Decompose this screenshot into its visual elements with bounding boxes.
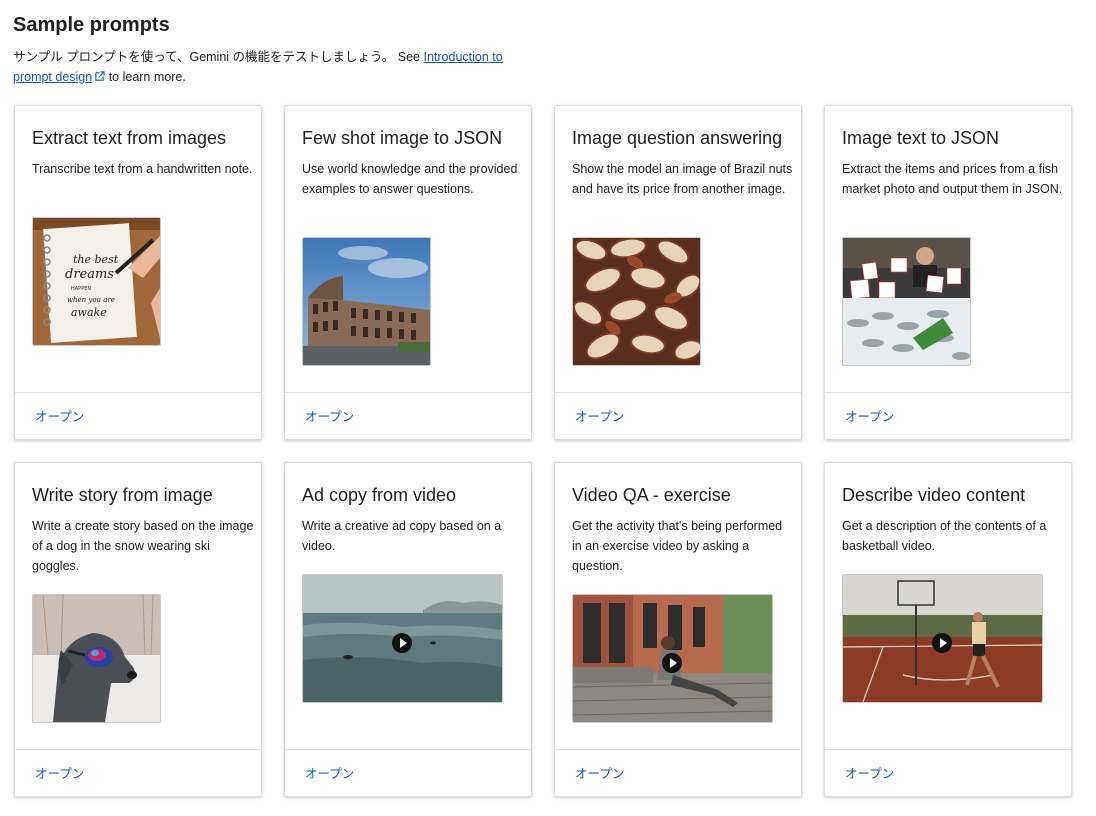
prompt-card[interactable]: Describe video content Get a description… [824,462,1072,797]
card-title: Few shot image to JSON [302,128,503,148]
card-title: Video QA - exercise [572,485,731,505]
surf-video-thumbnail[interactable] [302,574,503,703]
card-description: Show the model an image of Brazil nuts a… [572,162,793,196]
card-divider [825,749,1071,750]
card-title: Image text to JSON [842,128,1000,148]
svg-text:the best: the best [73,253,119,266]
open-button[interactable]: オープン [305,763,354,782]
open-button[interactable]: オープン [845,406,894,425]
prompt-card[interactable]: Video QA - exercise Get the activity tha… [554,462,802,797]
play-icon[interactable] [392,633,412,653]
card-description: Extract the items and prices from a fish… [842,162,1063,196]
intro-text: サンプル プロンプトを使って、Gemini の機能をテストしましょう。 See [13,50,424,64]
card-divider [555,749,801,750]
card-title: Write story from image [32,485,213,505]
open-button[interactable]: オープン [35,406,84,425]
card-title: Extract text from images [32,128,227,148]
card-divider [555,392,801,393]
handwritten-note-thumbnail: the best dreams HAPPEN when you are awak… [32,217,161,346]
exercise-video-thumbnail[interactable] [572,594,773,723]
card-description: Write a creative ad copy based on a vide… [302,519,502,553]
intro-suffix: to learn more. [105,70,186,84]
card-description: Use world knowledge and the provided exa… [302,162,518,196]
intro-paragraph: サンプル プロンプトを使って、Gemini の機能をテストしましょう。 See … [13,47,533,87]
prompt-card[interactable]: Image question answering Show the model … [554,105,802,440]
card-description: Get a description of the contents of a b… [842,519,1047,553]
play-icon[interactable] [932,633,952,653]
prompt-card[interactable]: Image text to JSON Extract the items and… [824,105,1072,440]
prompt-card[interactable]: Write story from image Write a create st… [14,462,262,797]
open-button[interactable]: オープン [305,406,354,425]
prompt-card[interactable]: Few shot image to JSON Use world knowled… [284,105,532,440]
card-title: Image question answering [572,128,783,148]
card-divider [285,392,531,393]
play-icon[interactable] [662,653,682,673]
fish-market-thumbnail [842,237,971,366]
dog-goggles-thumbnail [32,594,161,723]
page-title: Sample prompts [13,14,170,36]
brazil-nuts-thumbnail [572,237,701,366]
svg-text:HAPPEN: HAPPEN [71,286,91,292]
basketball-video-thumbnail[interactable] [842,574,1043,703]
open-button[interactable]: オープン [575,763,624,782]
card-divider [825,392,1071,393]
card-divider [15,749,261,750]
svg-text:dreams: dreams [65,267,114,282]
card-description: Get the activity that's being performed … [572,519,783,573]
svg-text:when you are: when you are [67,296,115,304]
open-button[interactable]: オープン [845,763,894,782]
svg-text:awake: awake [71,306,107,319]
card-title: Ad copy from video [302,485,457,505]
prompt-card[interactable]: Extract text from images Transcribe text… [14,105,262,440]
card-description: Transcribe text from a handwritten note. [32,162,253,176]
card-divider [15,392,261,393]
prompt-card[interactable]: Ad copy from video Write a creative ad c… [284,462,532,797]
open-button[interactable]: オープン [575,406,624,425]
card-description: Write a create story based on the image … [32,519,254,573]
colosseum-thumbnail [302,237,431,366]
card-divider [285,749,531,750]
card-title: Describe video content [842,485,1026,505]
external-link-icon[interactable] [94,71,105,82]
open-button[interactable]: オープン [35,763,84,782]
